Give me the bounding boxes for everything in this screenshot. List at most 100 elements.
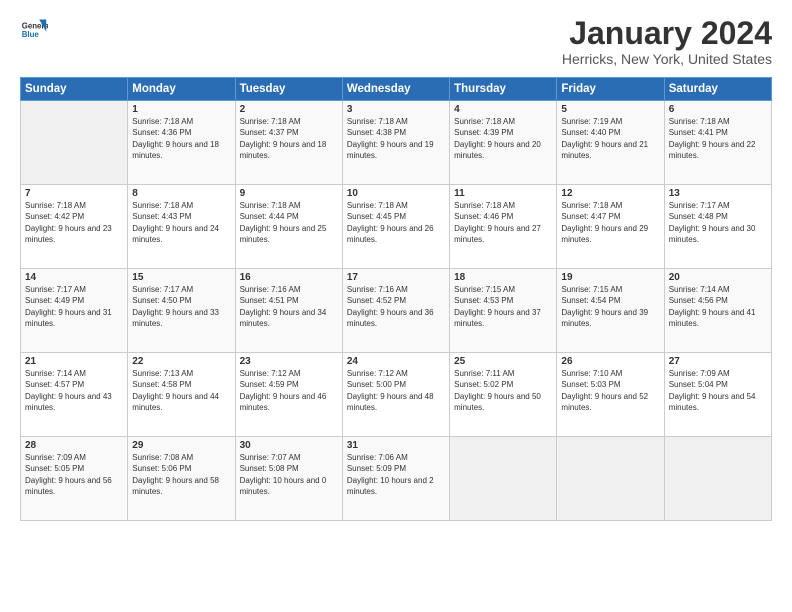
day-info: Sunrise: 7:09 AM Sunset: 5:04 PM Dayligh… (669, 368, 767, 413)
day-info: Sunrise: 7:07 AM Sunset: 5:08 PM Dayligh… (240, 452, 338, 497)
calendar-header: Sunday Monday Tuesday Wednesday Thursday… (21, 78, 772, 101)
day-info: Sunrise: 7:16 AM Sunset: 4:51 PM Dayligh… (240, 284, 338, 329)
day-info: Sunrise: 7:08 AM Sunset: 5:06 PM Dayligh… (132, 452, 230, 497)
day-info: Sunrise: 7:14 AM Sunset: 4:56 PM Dayligh… (669, 284, 767, 329)
day-number: 5 (561, 104, 659, 115)
table-row: 6Sunrise: 7:18 AM Sunset: 4:41 PM Daylig… (664, 101, 771, 185)
day-info: Sunrise: 7:12 AM Sunset: 5:00 PM Dayligh… (347, 368, 445, 413)
table-row: 31Sunrise: 7:06 AM Sunset: 5:09 PM Dayli… (342, 437, 449, 521)
day-number: 26 (561, 356, 659, 367)
day-info: Sunrise: 7:12 AM Sunset: 4:59 PM Dayligh… (240, 368, 338, 413)
table-row: 24Sunrise: 7:12 AM Sunset: 5:00 PM Dayli… (342, 353, 449, 437)
table-row (664, 437, 771, 521)
day-number: 24 (347, 356, 445, 367)
calendar-subtitle: Herricks, New York, United States (562, 51, 772, 67)
table-row: 22Sunrise: 7:13 AM Sunset: 4:58 PM Dayli… (128, 353, 235, 437)
day-number: 17 (347, 272, 445, 283)
day-info: Sunrise: 7:18 AM Sunset: 4:39 PM Dayligh… (454, 116, 552, 161)
table-row: 7Sunrise: 7:18 AM Sunset: 4:42 PM Daylig… (21, 185, 128, 269)
table-row: 19Sunrise: 7:15 AM Sunset: 4:54 PM Dayli… (557, 269, 664, 353)
day-number: 13 (669, 188, 767, 199)
day-number: 8 (132, 188, 230, 199)
day-info: Sunrise: 7:15 AM Sunset: 4:53 PM Dayligh… (454, 284, 552, 329)
day-number: 29 (132, 440, 230, 451)
day-number: 2 (240, 104, 338, 115)
day-info: Sunrise: 7:18 AM Sunset: 4:47 PM Dayligh… (561, 200, 659, 245)
calendar-week-row: 28Sunrise: 7:09 AM Sunset: 5:05 PM Dayli… (21, 437, 772, 521)
calendar-week-row: 7Sunrise: 7:18 AM Sunset: 4:42 PM Daylig… (21, 185, 772, 269)
day-number: 7 (25, 188, 123, 199)
table-row: 25Sunrise: 7:11 AM Sunset: 5:02 PM Dayli… (450, 353, 557, 437)
calendar-week-row: 21Sunrise: 7:14 AM Sunset: 4:57 PM Dayli… (21, 353, 772, 437)
day-number: 6 (669, 104, 767, 115)
day-info: Sunrise: 7:09 AM Sunset: 5:05 PM Dayligh… (25, 452, 123, 497)
logo: General Blue (20, 16, 48, 44)
day-number: 23 (240, 356, 338, 367)
table-row: 3Sunrise: 7:18 AM Sunset: 4:38 PM Daylig… (342, 101, 449, 185)
day-info: Sunrise: 7:10 AM Sunset: 5:03 PM Dayligh… (561, 368, 659, 413)
table-row: 4Sunrise: 7:18 AM Sunset: 4:39 PM Daylig… (450, 101, 557, 185)
calendar-body: 1Sunrise: 7:18 AM Sunset: 4:36 PM Daylig… (21, 101, 772, 521)
table-row: 29Sunrise: 7:08 AM Sunset: 5:06 PM Dayli… (128, 437, 235, 521)
day-number: 30 (240, 440, 338, 451)
header-tuesday: Tuesday (235, 78, 342, 101)
table-row: 5Sunrise: 7:19 AM Sunset: 4:40 PM Daylig… (557, 101, 664, 185)
day-number: 16 (240, 272, 338, 283)
table-row: 18Sunrise: 7:15 AM Sunset: 4:53 PM Dayli… (450, 269, 557, 353)
day-number: 9 (240, 188, 338, 199)
day-number: 25 (454, 356, 552, 367)
header-sunday: Sunday (21, 78, 128, 101)
day-info: Sunrise: 7:18 AM Sunset: 4:43 PM Dayligh… (132, 200, 230, 245)
day-info: Sunrise: 7:16 AM Sunset: 4:52 PM Dayligh… (347, 284, 445, 329)
header-wednesday: Wednesday (342, 78, 449, 101)
table-row: 2Sunrise: 7:18 AM Sunset: 4:37 PM Daylig… (235, 101, 342, 185)
day-number: 18 (454, 272, 552, 283)
day-info: Sunrise: 7:15 AM Sunset: 4:54 PM Dayligh… (561, 284, 659, 329)
table-row: 10Sunrise: 7:18 AM Sunset: 4:45 PM Dayli… (342, 185, 449, 269)
table-row: 16Sunrise: 7:16 AM Sunset: 4:51 PM Dayli… (235, 269, 342, 353)
day-number: 1 (132, 104, 230, 115)
logo-icon: General Blue (20, 16, 48, 44)
header-saturday: Saturday (664, 78, 771, 101)
calendar-week-row: 14Sunrise: 7:17 AM Sunset: 4:49 PM Dayli… (21, 269, 772, 353)
day-number: 10 (347, 188, 445, 199)
day-info: Sunrise: 7:06 AM Sunset: 5:09 PM Dayligh… (347, 452, 445, 497)
day-info: Sunrise: 7:14 AM Sunset: 4:57 PM Dayligh… (25, 368, 123, 413)
weekday-header-row: Sunday Monday Tuesday Wednesday Thursday… (21, 78, 772, 101)
day-info: Sunrise: 7:18 AM Sunset: 4:38 PM Dayligh… (347, 116, 445, 161)
day-info: Sunrise: 7:17 AM Sunset: 4:48 PM Dayligh… (669, 200, 767, 245)
day-info: Sunrise: 7:18 AM Sunset: 4:46 PM Dayligh… (454, 200, 552, 245)
table-row: 27Sunrise: 7:09 AM Sunset: 5:04 PM Dayli… (664, 353, 771, 437)
header-friday: Friday (557, 78, 664, 101)
table-row: 20Sunrise: 7:14 AM Sunset: 4:56 PM Dayli… (664, 269, 771, 353)
day-info: Sunrise: 7:11 AM Sunset: 5:02 PM Dayligh… (454, 368, 552, 413)
header: General Blue January 2024 Herricks, New … (20, 16, 772, 67)
day-info: Sunrise: 7:18 AM Sunset: 4:44 PM Dayligh… (240, 200, 338, 245)
day-info: Sunrise: 7:17 AM Sunset: 4:50 PM Dayligh… (132, 284, 230, 329)
table-row: 8Sunrise: 7:18 AM Sunset: 4:43 PM Daylig… (128, 185, 235, 269)
day-number: 12 (561, 188, 659, 199)
day-number: 27 (669, 356, 767, 367)
table-row: 21Sunrise: 7:14 AM Sunset: 4:57 PM Dayli… (21, 353, 128, 437)
day-number: 4 (454, 104, 552, 115)
header-thursday: Thursday (450, 78, 557, 101)
day-number: 3 (347, 104, 445, 115)
table-row (450, 437, 557, 521)
table-row: 23Sunrise: 7:12 AM Sunset: 4:59 PM Dayli… (235, 353, 342, 437)
day-number: 15 (132, 272, 230, 283)
day-number: 22 (132, 356, 230, 367)
table-row (21, 101, 128, 185)
day-info: Sunrise: 7:18 AM Sunset: 4:42 PM Dayligh… (25, 200, 123, 245)
table-row: 17Sunrise: 7:16 AM Sunset: 4:52 PM Dayli… (342, 269, 449, 353)
table-row: 15Sunrise: 7:17 AM Sunset: 4:50 PM Dayli… (128, 269, 235, 353)
day-info: Sunrise: 7:19 AM Sunset: 4:40 PM Dayligh… (561, 116, 659, 161)
svg-text:Blue: Blue (22, 30, 40, 39)
day-info: Sunrise: 7:13 AM Sunset: 4:58 PM Dayligh… (132, 368, 230, 413)
page: General Blue January 2024 Herricks, New … (0, 0, 792, 612)
day-number: 20 (669, 272, 767, 283)
table-row (557, 437, 664, 521)
day-number: 11 (454, 188, 552, 199)
day-number: 14 (25, 272, 123, 283)
day-number: 21 (25, 356, 123, 367)
table-row: 28Sunrise: 7:09 AM Sunset: 5:05 PM Dayli… (21, 437, 128, 521)
